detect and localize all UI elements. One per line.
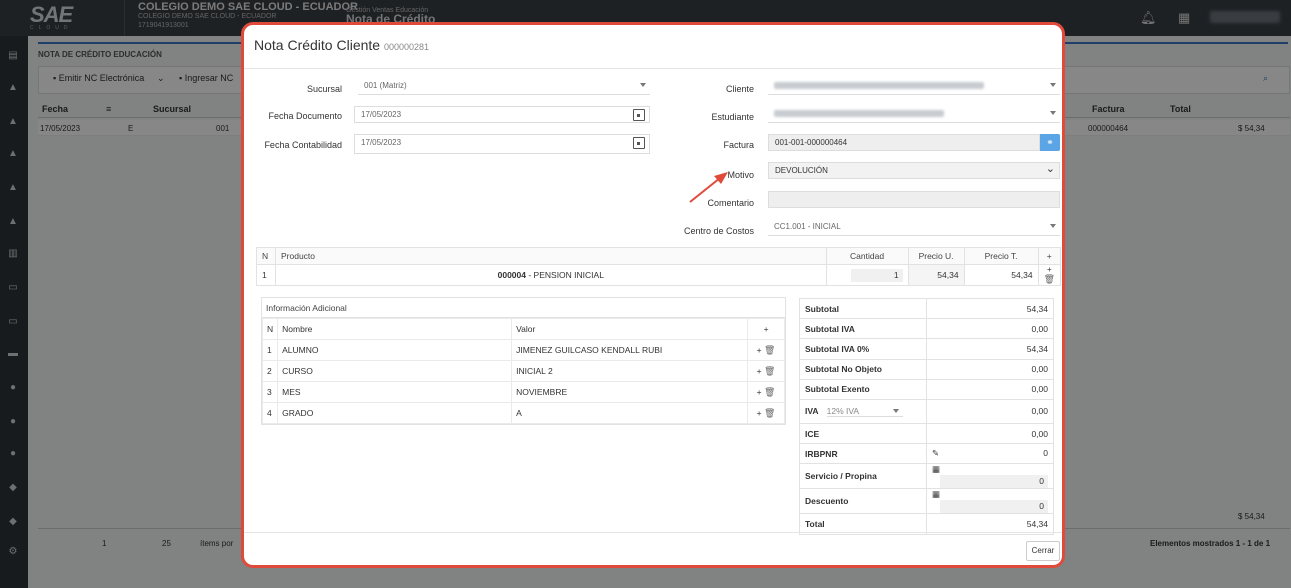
calculator-icon[interactable]: ▦ (932, 489, 940, 500)
modal-title: Nota Crédito Cliente 000000281 (254, 37, 430, 53)
table-row[interactable]: 1 000004 - PENSION INICIAL 1 54,34 54,34… (256, 264, 1062, 286)
table-row[interactable]: 4 GRADO A + 🗑︎ (261, 402, 785, 424)
trash-icon[interactable]: 🗑︎ (1044, 274, 1055, 284)
descuento-input[interactable]: 0 (940, 500, 1048, 514)
precio-total-input[interactable]: 54,34 (963, 264, 1039, 286)
chevron-down-icon: ⌄ (1045, 163, 1055, 175)
plus-icon[interactable]: + (757, 387, 762, 397)
iva-select[interactable]: 12% IVA (826, 406, 903, 417)
plus-icon[interactable]: + (757, 345, 762, 355)
servicio-input[interactable]: 0 (940, 475, 1048, 489)
centro-costos-select[interactable]: CC1.001 - INICIAL (768, 219, 1060, 236)
table-row[interactable]: 2 CURSO INICIAL 2 + 🗑︎ (261, 360, 785, 382)
trash-icon[interactable]: 🗑︎ (764, 387, 775, 397)
estudiante-select[interactable] (768, 106, 1060, 123)
close-button[interactable]: Cerrar (1026, 541, 1060, 561)
totals-table: Subtotal 54,34 Subtotal IVA 0,00 Subtotal … (799, 297, 1054, 535)
table-row[interactable]: 3 MES NOVIEMBRE + 🗑︎ (261, 381, 785, 403)
info-adicional-panel: Información Adicional N Nombre Valor + 1… (261, 297, 786, 425)
calendar-icon[interactable] (633, 109, 645, 121)
fecha-documento-input[interactable]: 17/05/2023 (354, 106, 650, 123)
cantidad-input[interactable]: 1 (825, 264, 909, 286)
motivo-select[interactable]: DEVOLUCIÓN ⌄ (768, 162, 1060, 179)
credit-note-modal: Nota Crédito Cliente 000000281 Sucursal … (241, 22, 1065, 568)
trash-icon[interactable]: 🗑︎ (764, 366, 775, 376)
factura-input[interactable]: 001-001-000000464 (768, 134, 1040, 151)
products-table: N Producto Cantidad Precio U. Precio T. … (256, 247, 1062, 286)
calendar-icon[interactable] (633, 137, 645, 149)
cliente-select[interactable] (768, 78, 1060, 95)
add-info-button[interactable]: + (747, 318, 785, 340)
table-row[interactable]: 1 ALUMNO JIMENEZ GUILCASO KENDALL RUBI +… (261, 339, 785, 361)
sucursal-select[interactable]: 001 (Matriz) (358, 78, 650, 95)
pencil-icon[interactable]: ✎ (932, 448, 939, 459)
comentario-input[interactable] (768, 191, 1060, 208)
fecha-contabilidad-input[interactable]: 17/05/2023 (354, 134, 650, 154)
trash-icon[interactable]: 🗑︎ (764, 408, 775, 418)
irbpnr-input[interactable]: 0 (1043, 448, 1048, 458)
trash-icon[interactable]: 🗑︎ (764, 345, 775, 355)
link-icon[interactable]: ⚭ (1040, 134, 1060, 151)
calculator-icon[interactable]: ▦ (932, 464, 940, 475)
plus-icon[interactable]: + (1047, 265, 1052, 274)
plus-icon[interactable]: + (757, 408, 762, 418)
plus-icon[interactable]: + (757, 366, 762, 376)
add-product-button[interactable]: + (1037, 247, 1062, 265)
info-adicional-table: N Nombre Valor + 1 ALUMNO JIMENEZ GUILCA… (261, 318, 785, 424)
